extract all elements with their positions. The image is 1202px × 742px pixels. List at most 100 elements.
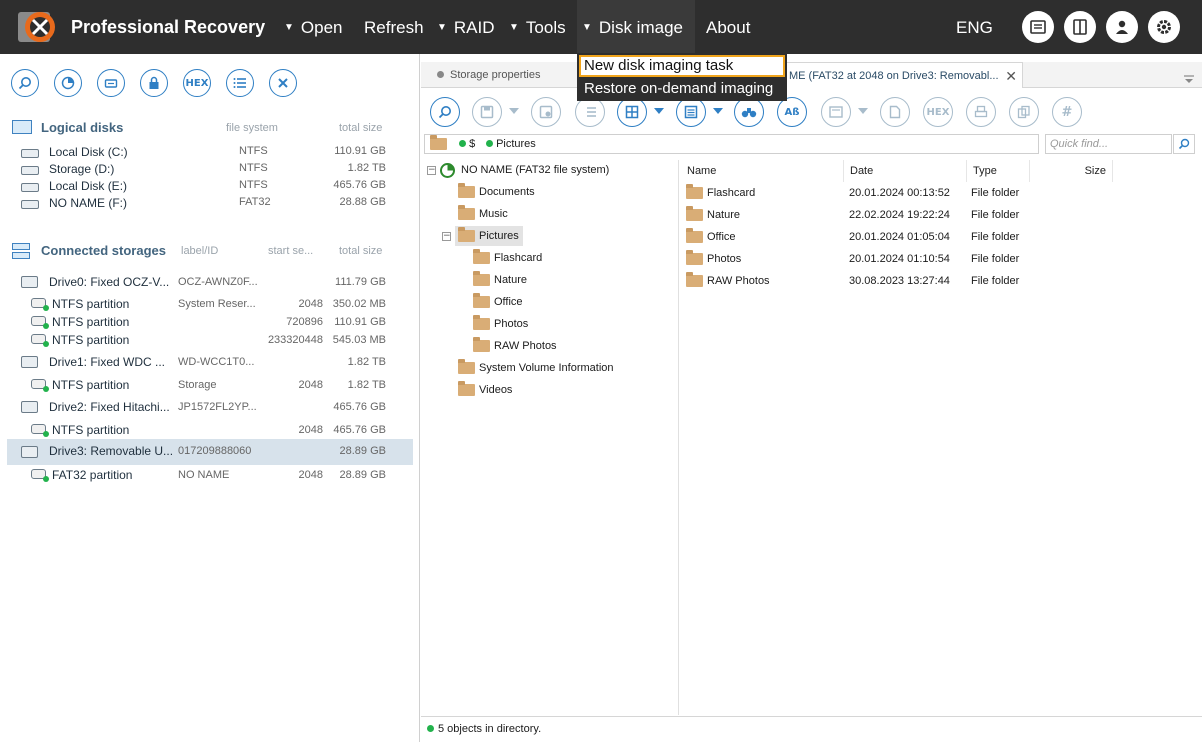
hash-button[interactable]: # bbox=[1052, 97, 1082, 127]
storage-partition-row[interactable]: NTFS partition 233320448 545.03 MB bbox=[7, 331, 413, 349]
file-list-row[interactable]: Office 20.01.2024 01:05:04 File folder bbox=[681, 226, 1201, 248]
preview-icon[interactable] bbox=[821, 97, 851, 127]
tree-folder-item[interactable]: Office bbox=[470, 292, 523, 312]
user-icon[interactable] bbox=[1106, 11, 1138, 43]
path-segment-root[interactable]: $ bbox=[459, 135, 475, 153]
panel-toggle-icon[interactable] bbox=[1064, 11, 1096, 43]
list-view-icon[interactable] bbox=[226, 69, 254, 97]
tab-overflow-icon[interactable] bbox=[1183, 70, 1195, 83]
quick-find-search-icon[interactable] bbox=[1173, 134, 1195, 154]
storage-size: 111.79 GB bbox=[335, 276, 386, 288]
news-icon[interactable] bbox=[1022, 11, 1054, 43]
storage-partition-row[interactable]: FAT32 partition NO NAME 2048 28.89 GB bbox=[7, 466, 413, 484]
binoculars-icon[interactable] bbox=[734, 97, 764, 127]
copy-icon[interactable] bbox=[1009, 97, 1039, 127]
file-list-row[interactable]: Photos 20.01.2024 01:10:54 File folder bbox=[681, 248, 1201, 270]
details-view-arrow-icon[interactable] bbox=[713, 108, 723, 114]
tree-folder-label: RAW Photos bbox=[494, 340, 557, 352]
tree-folder-item[interactable]: Photos bbox=[470, 314, 528, 334]
menu-raid[interactable]: ▼ RAID bbox=[437, 0, 495, 54]
search-icon[interactable] bbox=[11, 69, 39, 97]
details-view-icon[interactable] bbox=[676, 97, 706, 127]
logical-disk-row[interactable]: Storage (D:) NTFS 1.82 TB bbox=[7, 162, 413, 180]
save-settings-icon[interactable] bbox=[531, 97, 561, 127]
storage-drive-row[interactable]: Drive1: Fixed WDC ... WD-WCC1T0... 1.82 TB bbox=[7, 353, 413, 371]
view-mode-arrow-icon[interactable] bbox=[654, 108, 664, 114]
menu-disk-image[interactable]: ▼ Disk image bbox=[577, 0, 695, 54]
path-segment-pictures[interactable]: Pictures bbox=[486, 135, 536, 153]
settings-gear-icon[interactable] bbox=[1148, 11, 1180, 43]
tree-folder-item[interactable]: RAW Photos bbox=[470, 336, 557, 356]
tree-folder-item[interactable]: System Volume Information bbox=[455, 358, 614, 378]
tree-expand-icon[interactable]: − bbox=[442, 232, 451, 241]
menu-tools[interactable]: ▼ Tools bbox=[509, 0, 566, 54]
tree-folder-label: Photos bbox=[494, 318, 529, 330]
disk-drive-icon bbox=[21, 183, 39, 192]
view-mode-icon[interactable] bbox=[617, 97, 647, 127]
partition-chart-icon[interactable] bbox=[54, 69, 82, 97]
hex-editor-button[interactable]: HEX bbox=[183, 69, 211, 97]
logical-disk-fs: NTFS bbox=[239, 179, 268, 191]
lock-icon[interactable] bbox=[140, 69, 168, 97]
storage-partition-row[interactable]: NTFS partition System Reser... 2048 350.02 … bbox=[7, 295, 413, 313]
menu-refresh[interactable]: Refresh bbox=[364, 0, 424, 54]
tab-storage-properties-label: Storage properties bbox=[450, 69, 541, 81]
print-icon[interactable] bbox=[966, 97, 996, 127]
menu-open-label: Open bbox=[300, 18, 343, 37]
tree-root-collapse-icon[interactable]: − bbox=[427, 166, 436, 175]
tab-file-system[interactable]: ME (FAT32 at 2048 on Drive3: Removabl...… bbox=[785, 62, 1023, 88]
tab-storage-properties[interactable]: Storage properties bbox=[429, 62, 579, 88]
logical-disk-row[interactable]: NO NAME (F:) FAT32 28.88 GB bbox=[7, 196, 413, 214]
file-list-row[interactable]: Nature 22.02.2024 19:22:24 File folder bbox=[681, 204, 1201, 226]
tree-folder-item[interactable]: Nature bbox=[470, 270, 527, 290]
find-icon[interactable] bbox=[430, 97, 460, 127]
logical-disk-row[interactable]: Local Disk (C:) NTFS 110.91 GB bbox=[7, 145, 413, 163]
storage-partition-row[interactable]: NTFS partition 2048 465.76 GB bbox=[7, 421, 413, 439]
storage-label: System Reser... bbox=[178, 298, 256, 310]
tree-root[interactable]: NO NAME (FAT32 file system) bbox=[437, 160, 609, 180]
tree-folder-item[interactable]: Pictures bbox=[455, 226, 523, 246]
restore-on-demand-imaging-item[interactable]: Restore on-demand imaging bbox=[579, 78, 785, 100]
new-disk-imaging-task-item[interactable]: New disk imaging task bbox=[579, 55, 785, 77]
quick-find-input[interactable]: Quick find... bbox=[1045, 134, 1172, 154]
tab-close-icon[interactable]: ✕ bbox=[1005, 63, 1017, 89]
hex-view-button[interactable]: HEX bbox=[923, 97, 953, 127]
path-bar[interactable]: $ Pictures bbox=[424, 134, 1039, 154]
col-type[interactable]: Type bbox=[967, 160, 1030, 182]
storage-name: Drive2: Fixed Hitachi... bbox=[49, 400, 170, 414]
save-dropdown-arrow-icon[interactable] bbox=[509, 108, 519, 114]
storage-drive-row[interactable]: Drive0: Fixed OCZ-V... OCZ-AWNZ0F... 111.7… bbox=[7, 273, 413, 291]
preview-arrow-icon[interactable] bbox=[858, 108, 868, 114]
menu-about[interactable]: About bbox=[706, 0, 750, 54]
connected-storages-heading: Connected storages bbox=[41, 243, 166, 258]
logical-disk-size: 1.82 TB bbox=[347, 162, 386, 174]
storage-drive-row[interactable]: Drive3: Removable U... 017209888060 28.89 … bbox=[7, 439, 413, 465]
tree-folder-label: Videos bbox=[479, 384, 513, 396]
language-selector[interactable]: ENG bbox=[956, 0, 993, 56]
col-name[interactable]: Name bbox=[681, 160, 844, 182]
text-search-button[interactable]: Aß bbox=[777, 97, 807, 127]
storage-drive-row[interactable]: Drive2: Fixed Hitachi... JP1572FL2YP... 46… bbox=[7, 398, 413, 416]
task-list-icon[interactable] bbox=[575, 97, 605, 127]
file-list-row[interactable]: Flashcard 20.01.2024 00:13:52 File folder bbox=[681, 182, 1201, 204]
save-icon[interactable] bbox=[472, 97, 502, 127]
scan-drive-icon[interactable] bbox=[97, 69, 125, 97]
tree-folder-item[interactable]: Videos bbox=[455, 380, 512, 400]
tree-folder-item[interactable]: Flashcard bbox=[470, 248, 542, 268]
hex-label: HEX bbox=[185, 77, 209, 89]
disk-drive-icon bbox=[21, 166, 39, 175]
tree-folder-item[interactable]: Documents bbox=[455, 182, 535, 202]
file-list-row[interactable]: RAW Photos 30.08.2023 13:27:44 File folder bbox=[681, 270, 1201, 292]
menu-open[interactable]: ▼ Open bbox=[284, 0, 343, 54]
storage-partition-row[interactable]: NTFS partition 720896 110.91 GB bbox=[7, 313, 413, 331]
menu-raid-label: RAID bbox=[453, 18, 495, 37]
close-icon[interactable] bbox=[269, 69, 297, 97]
logical-disk-row[interactable]: Local Disk (E:) NTFS 465.76 GB bbox=[7, 179, 413, 197]
col-date[interactable]: Date bbox=[844, 160, 967, 182]
disk-image-dropdown: New disk imaging task Restore on-demand … bbox=[577, 53, 787, 101]
col-size[interactable]: Size bbox=[1030, 160, 1113, 182]
file-properties-icon[interactable] bbox=[880, 97, 910, 127]
hex-view-label: HEX bbox=[926, 106, 950, 118]
storage-partition-row[interactable]: NTFS partition Storage 2048 1.82 TB bbox=[7, 376, 413, 394]
tree-folder-item[interactable]: Music bbox=[455, 204, 508, 224]
